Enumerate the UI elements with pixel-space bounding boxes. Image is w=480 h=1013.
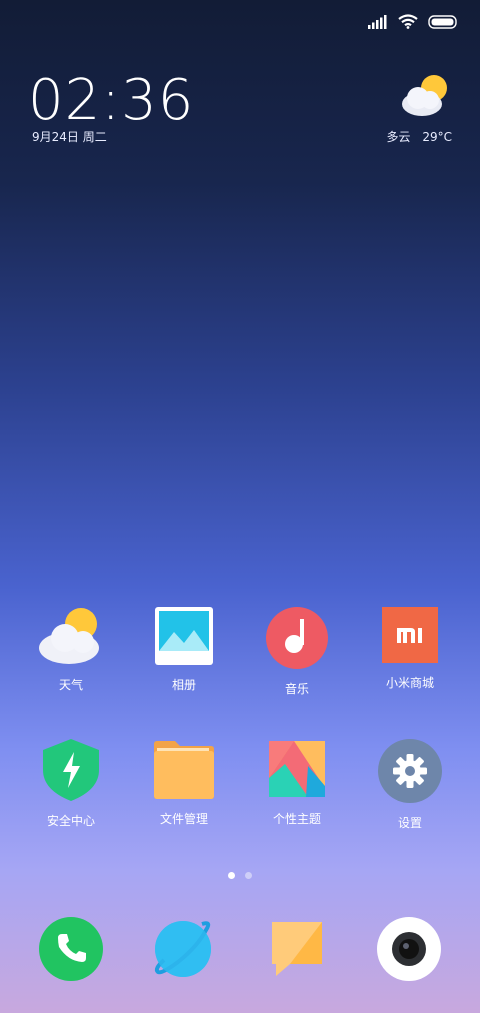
weather-widget[interactable]: 多云 29°C (387, 72, 453, 145)
page-dot[interactable] (228, 872, 235, 879)
music-icon (266, 607, 328, 669)
app-label: 小米商城 (385, 676, 434, 690)
dock-messages[interactable] (262, 914, 332, 984)
weather-condition: 多云 (386, 130, 411, 144)
app-label: 相册 (171, 678, 196, 692)
app-gallery[interactable]: 相册 (129, 606, 239, 693)
app-label: 天气 (58, 678, 83, 692)
signal-icon (368, 14, 387, 29)
clock-date: 9月24日 周二 (32, 130, 107, 144)
mi-store-icon (382, 607, 438, 663)
battery-icon (428, 14, 457, 29)
folder-icon (154, 741, 214, 799)
app-music[interactable]: 音乐 (242, 606, 352, 697)
app-mi-store[interactable]: 小米商城 (355, 606, 465, 691)
camera-icon (377, 917, 441, 981)
gallery-icon (155, 607, 213, 665)
partly-cloudy-icon (402, 75, 447, 116)
page-dot[interactable] (245, 872, 252, 879)
app-themes[interactable]: 个性主题 (242, 738, 352, 827)
dock-camera[interactable] (374, 914, 444, 984)
page-indicator (228, 872, 252, 879)
wifi-icon (398, 14, 418, 29)
themes-icon (269, 741, 325, 797)
app-file-manager[interactable]: 文件管理 (129, 738, 239, 827)
app-settings[interactable]: 设置 (355, 738, 465, 831)
message-icon (272, 922, 322, 976)
app-label: 安全中心 (46, 814, 95, 828)
app-label: 设置 (397, 816, 422, 830)
app-label: 文件管理 (159, 812, 208, 826)
dock-phone[interactable] (36, 914, 106, 984)
app-label: 个性主题 (272, 812, 321, 826)
weather-app-icon (39, 608, 99, 664)
phone-icon (39, 917, 103, 981)
status-bar (368, 14, 458, 29)
app-label: 音乐 (284, 682, 309, 696)
app-weather[interactable]: 天气 (16, 606, 126, 693)
weather-summary: 多云 29°C (387, 128, 453, 145)
clock-time[interactable]: 02:36 (28, 68, 194, 133)
gear-icon (378, 739, 442, 803)
security-shield-icon (43, 739, 99, 801)
browser-icon (154, 921, 211, 977)
app-security[interactable]: 安全中心 (16, 738, 126, 829)
dock-browser[interactable] (148, 914, 218, 984)
weather-temperature: 29°C (422, 130, 452, 144)
